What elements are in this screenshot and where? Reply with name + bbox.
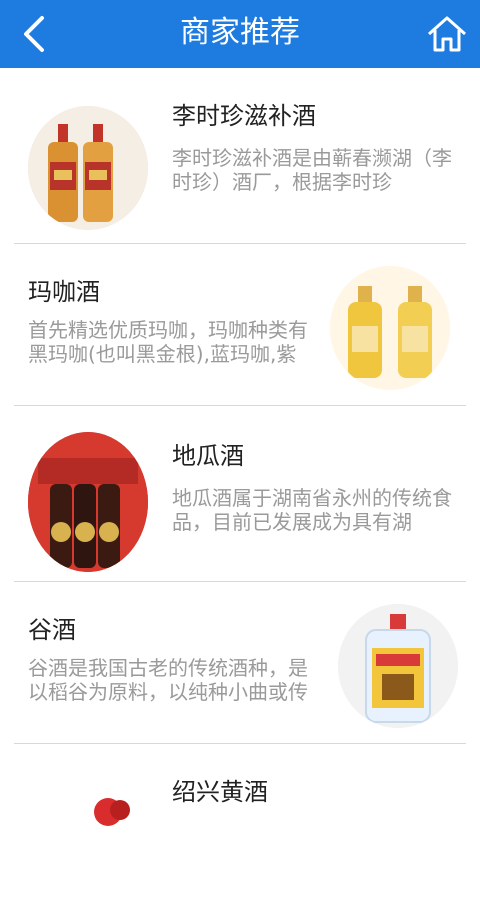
item-title: 玛咖酒 xyxy=(28,278,100,306)
item-title: 地瓜酒 xyxy=(172,442,244,470)
item-desc: 李时珍滋补酒是由蕲春濒湖（李时珍）酒厂，根据李时珍 xyxy=(172,146,452,194)
item-image xyxy=(28,106,148,230)
item-image xyxy=(330,266,450,390)
item-image xyxy=(338,604,458,728)
item-image xyxy=(28,432,148,572)
page-title: 商家推荐 xyxy=(180,15,300,50)
list-item[interactable]: 谷酒 谷酒是我国古老的传统酒种，是以稻谷为原料，以纯种小曲或传 xyxy=(0,582,480,742)
item-image xyxy=(28,774,148,834)
list-item[interactable]: 地瓜酒 地瓜酒属于湖南省永州的传统食品，目前已发展成为具有湖 xyxy=(0,406,480,572)
home-button[interactable] xyxy=(424,12,470,56)
item-title: 李时珍滋补酒 xyxy=(172,102,316,130)
list-item[interactable]: 玛咖酒 首先精选优质玛咖，玛咖种类有黑玛咖(也叫黑金根),蓝玛咖,紫玛 xyxy=(0,244,480,404)
list-item[interactable]: 绍兴黄酒 xyxy=(0,744,480,904)
item-desc: 首先精选优质玛咖，玛咖种类有黑玛咖(也叫黑金根),蓝玛咖,紫玛 xyxy=(28,318,308,366)
item-title: 绍兴黄酒 xyxy=(172,778,268,806)
back-button[interactable] xyxy=(14,12,58,56)
item-desc: 谷酒是我国古老的传统酒种，是以稻谷为原料，以纯种小曲或传 xyxy=(28,656,308,704)
chevron-left-icon xyxy=(24,16,44,52)
item-title: 谷酒 xyxy=(28,616,76,644)
item-desc: 地瓜酒属于湖南省永州的传统食品，目前已发展成为具有湖 xyxy=(172,486,452,534)
home-icon xyxy=(428,16,466,52)
list-item[interactable]: 李时珍滋补酒 李时珍滋补酒是由蕲春濒湖（李时珍）酒厂，根据李时珍 xyxy=(0,68,480,230)
